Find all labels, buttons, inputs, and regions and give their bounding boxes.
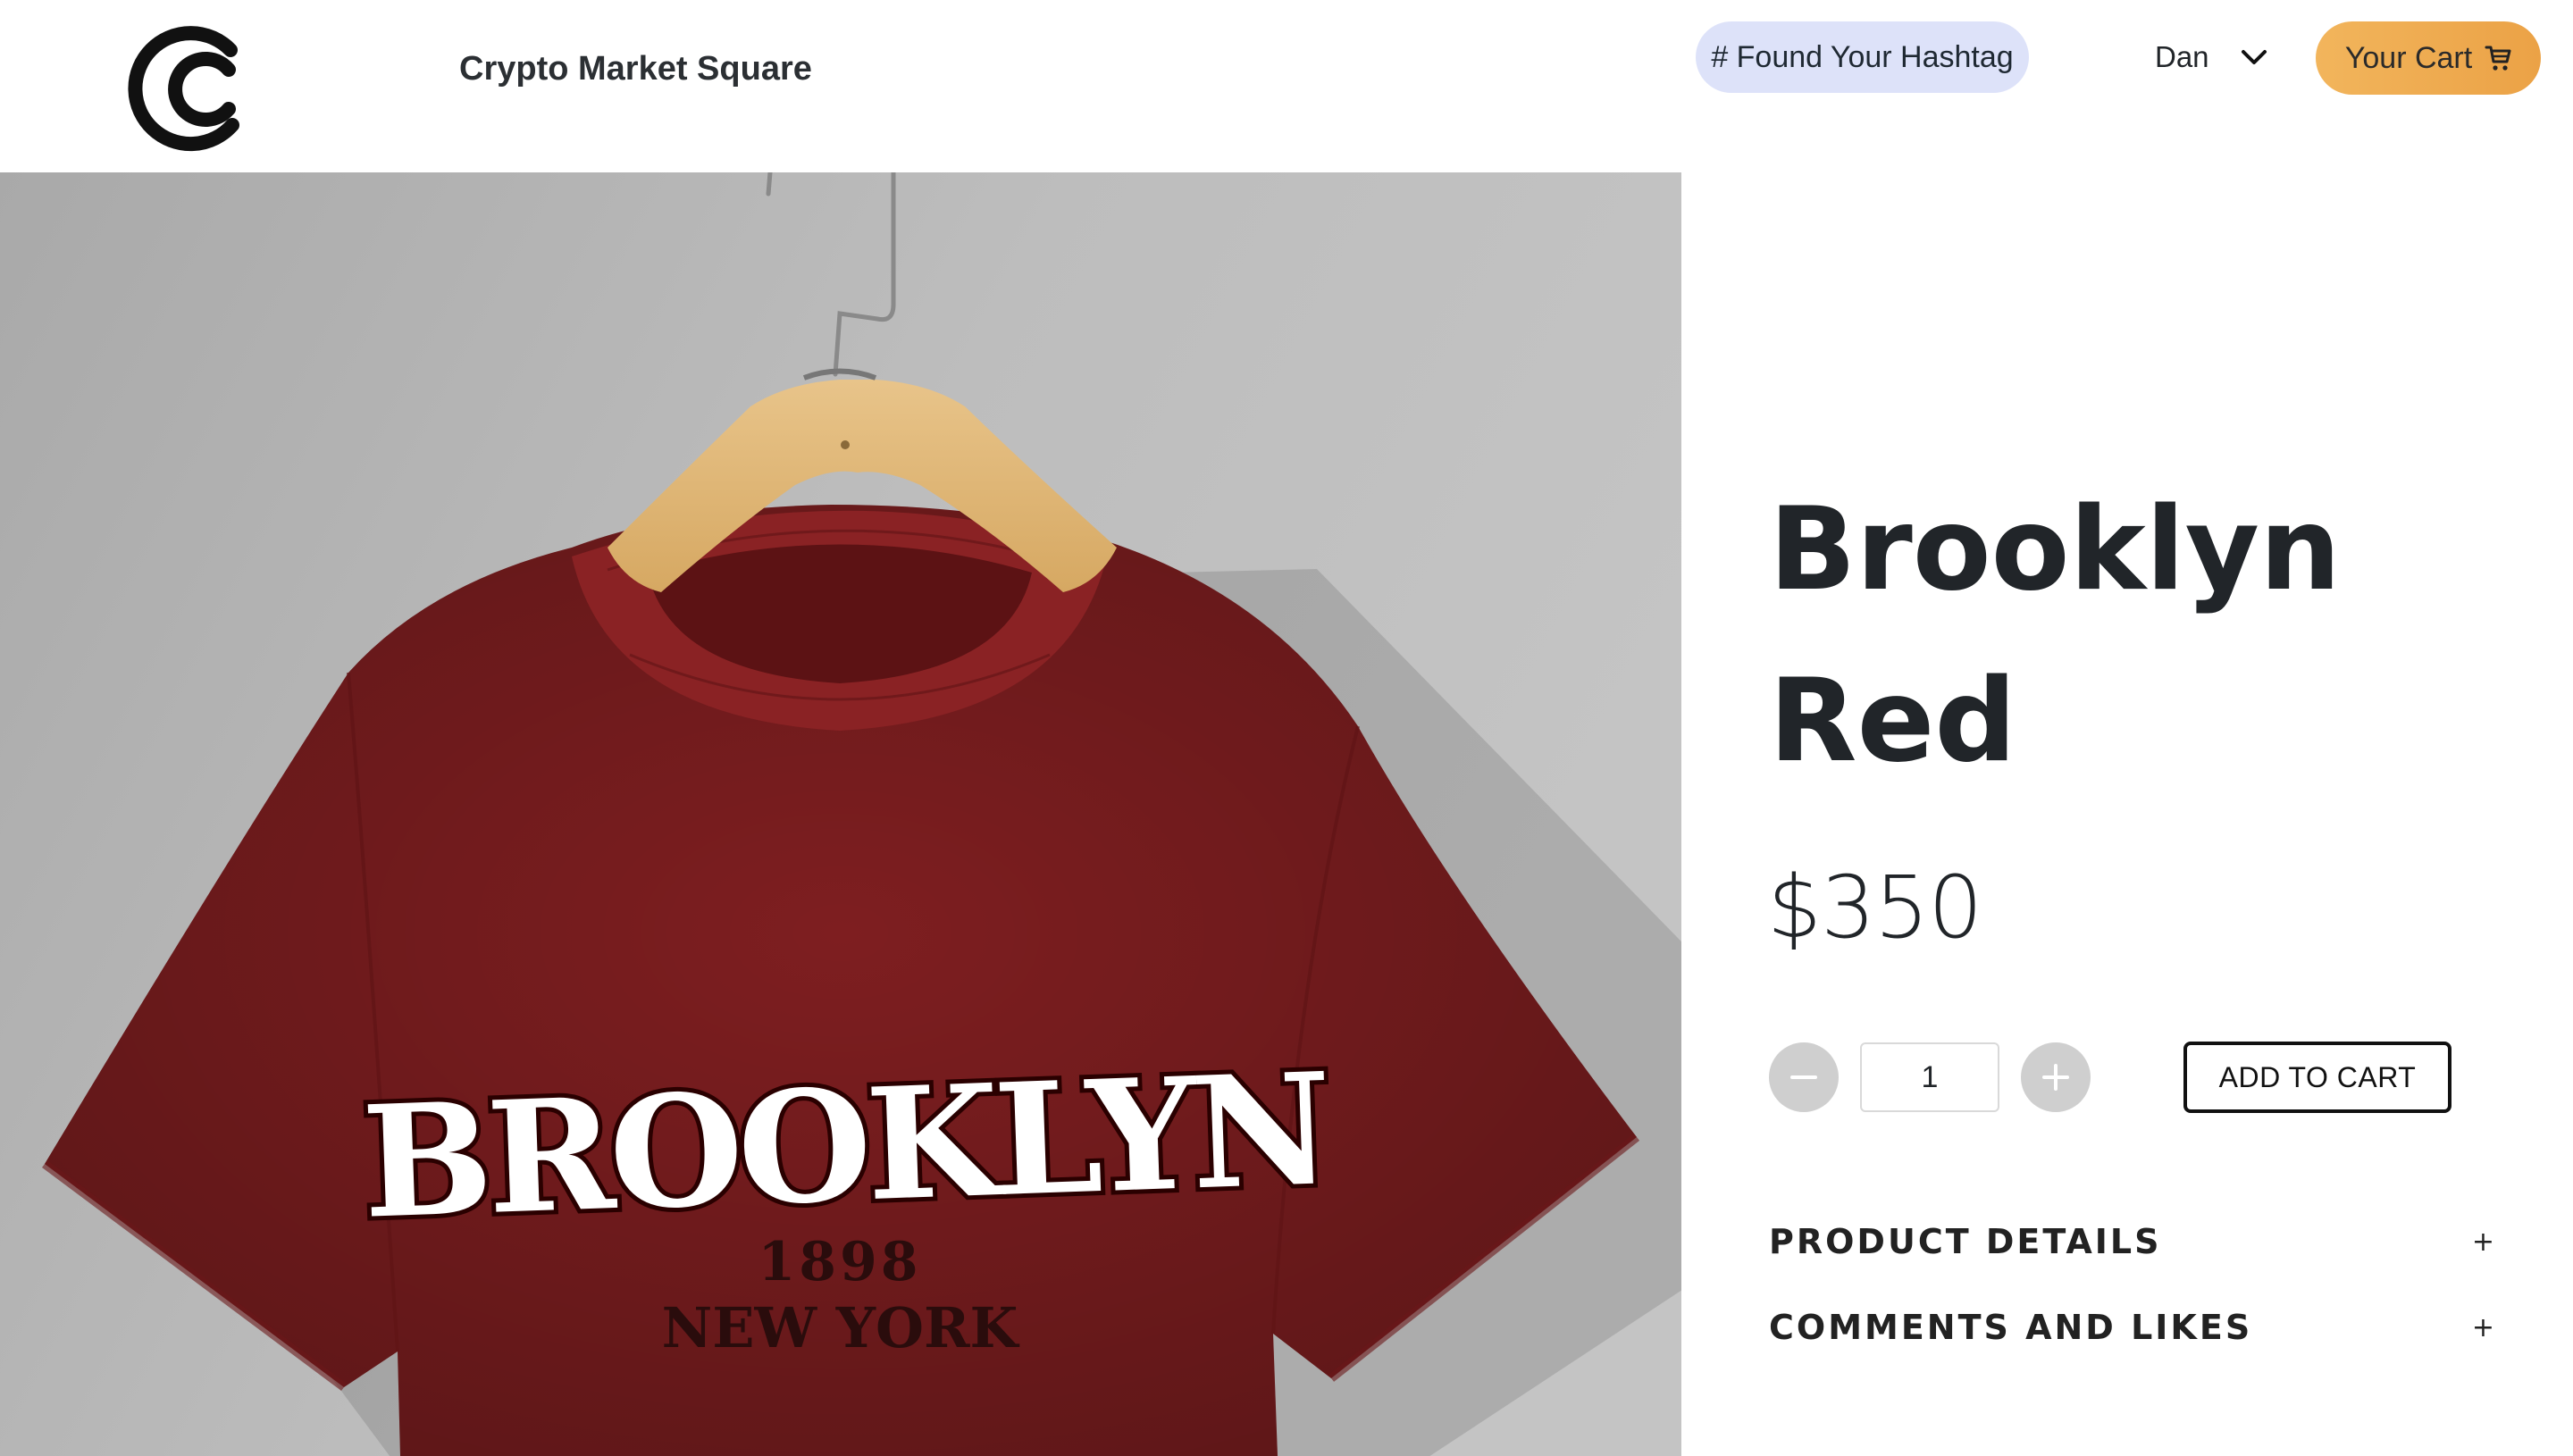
print-main: BROOKLYN	[359, 1038, 1329, 1253]
decrease-quantity-button[interactable]	[1769, 1042, 1839, 1112]
brand-logo[interactable]	[125, 20, 259, 159]
print-city: NEW YORK	[662, 1295, 1020, 1360]
brand-name[interactable]: Crypto Market Square	[459, 50, 812, 88]
top-navbar: Crypto Market Square # Found Your Hashta…	[0, 0, 2573, 172]
user-name: Dan	[2155, 40, 2209, 73]
accordion-comments-and-likes[interactable]: COMMENTS AND LIKES +	[1769, 1301, 2502, 1354]
product-image: BROOKLYN 1898 NEW YORK	[0, 172, 1681, 1456]
expand-icon[interactable]: +	[2472, 1312, 2494, 1343]
print-year: 1898	[758, 1231, 922, 1293]
user-menu[interactable]: Dan	[2155, 34, 2270, 80]
product-price: $350	[1767, 858, 1982, 958]
accordion-product-details[interactable]: PRODUCT DETAILS +	[1769, 1215, 2502, 1268]
increase-quantity-button[interactable]	[2021, 1042, 2091, 1112]
product-title: Brooklyn Red	[1769, 483, 2342, 788]
plus-icon	[2042, 1064, 2069, 1091]
accordion-label: COMMENTS AND LIKES	[1769, 1308, 2253, 1347]
your-cart-button[interactable]: Your Cart	[2316, 21, 2541, 95]
shopping-cart-icon	[2485, 46, 2511, 71]
add-to-cart-button[interactable]: ADD TO CART	[2183, 1042, 2451, 1113]
expand-icon[interactable]: +	[2472, 1226, 2494, 1258]
chevron-down-icon	[2241, 50, 2267, 64]
accordion-label: PRODUCT DETAILS	[1769, 1222, 2162, 1261]
found-your-hashtag-button[interactable]: # Found Your Hashtag	[1696, 21, 2029, 93]
cart-label: Your Cart	[2344, 40, 2473, 75]
minus-icon	[1790, 1075, 1817, 1079]
quantity-input[interactable]	[1860, 1042, 1999, 1112]
